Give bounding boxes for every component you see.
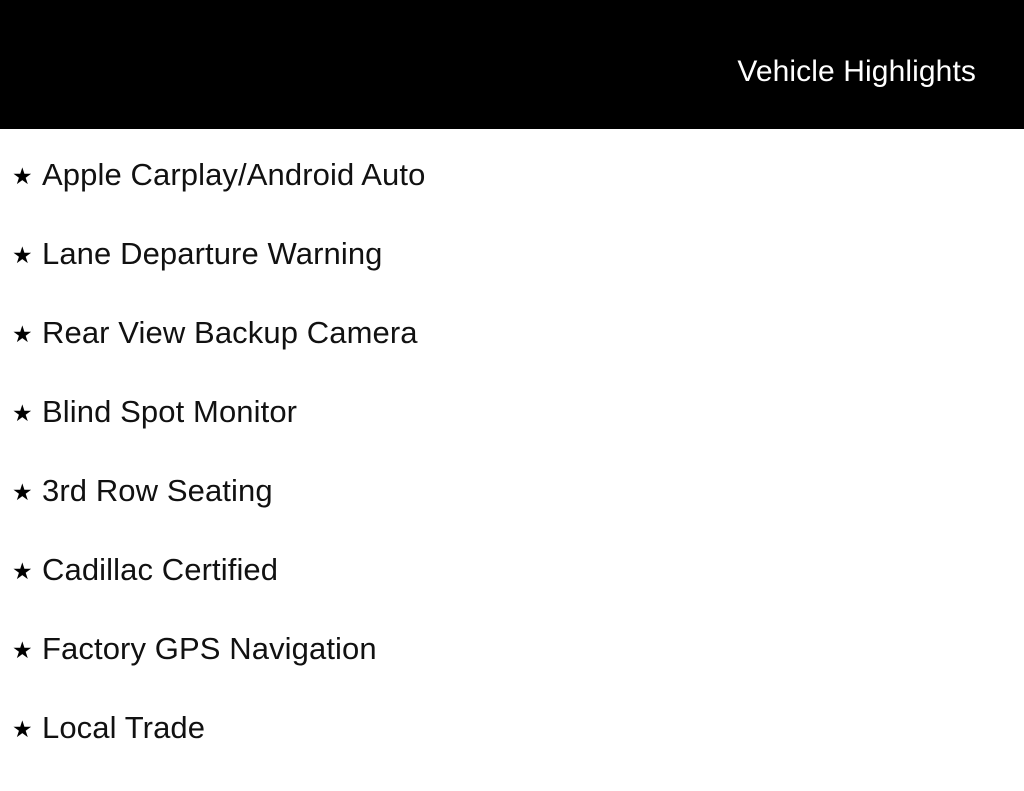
highlight-label: Rear View Backup Camera <box>42 315 418 350</box>
list-item: ★ Cadillac Certified <box>0 554 1024 633</box>
star-icon: ★ <box>12 242 33 268</box>
star-icon: ★ <box>12 637 33 663</box>
highlight-label: Lane Departure Warning <box>42 236 383 271</box>
star-icon: ★ <box>12 716 33 742</box>
highlight-label: Factory GPS Navigation <box>42 631 377 666</box>
highlight-label: 3rd Row Seating <box>42 473 273 508</box>
highlight-label: Cadillac Certified <box>42 552 279 587</box>
star-icon: ★ <box>12 479 33 505</box>
page-title: Vehicle Highlights <box>737 55 976 88</box>
vehicle-highlights-page: Vehicle Highlights ★ Apple Carplay/Andro… <box>0 0 1024 768</box>
star-icon: ★ <box>12 321 33 347</box>
list-item: ★ Apple Carplay/Android Auto <box>0 129 1024 238</box>
list-item: ★ Local Trade <box>0 712 1024 791</box>
list-item: ★ Rear View Backup Camera <box>0 317 1024 396</box>
star-icon: ★ <box>12 558 33 584</box>
vehicle-highlights-list: ★ Apple Carplay/Android Auto ★ Lane Depa… <box>0 129 1024 791</box>
highlight-label: Local Trade <box>42 710 206 745</box>
star-icon: ★ <box>12 163 33 189</box>
list-item: ★ Factory GPS Navigation <box>0 633 1024 712</box>
highlight-label: Blind Spot Monitor <box>42 394 298 429</box>
list-item: ★ Lane Departure Warning <box>0 238 1024 317</box>
page-header: Vehicle Highlights <box>0 0 1024 129</box>
list-item: ★ 3rd Row Seating <box>0 475 1024 554</box>
highlight-label: Apple Carplay/Android Auto <box>42 157 426 192</box>
list-item: ★ Blind Spot Monitor <box>0 396 1024 475</box>
star-icon: ★ <box>12 400 33 426</box>
